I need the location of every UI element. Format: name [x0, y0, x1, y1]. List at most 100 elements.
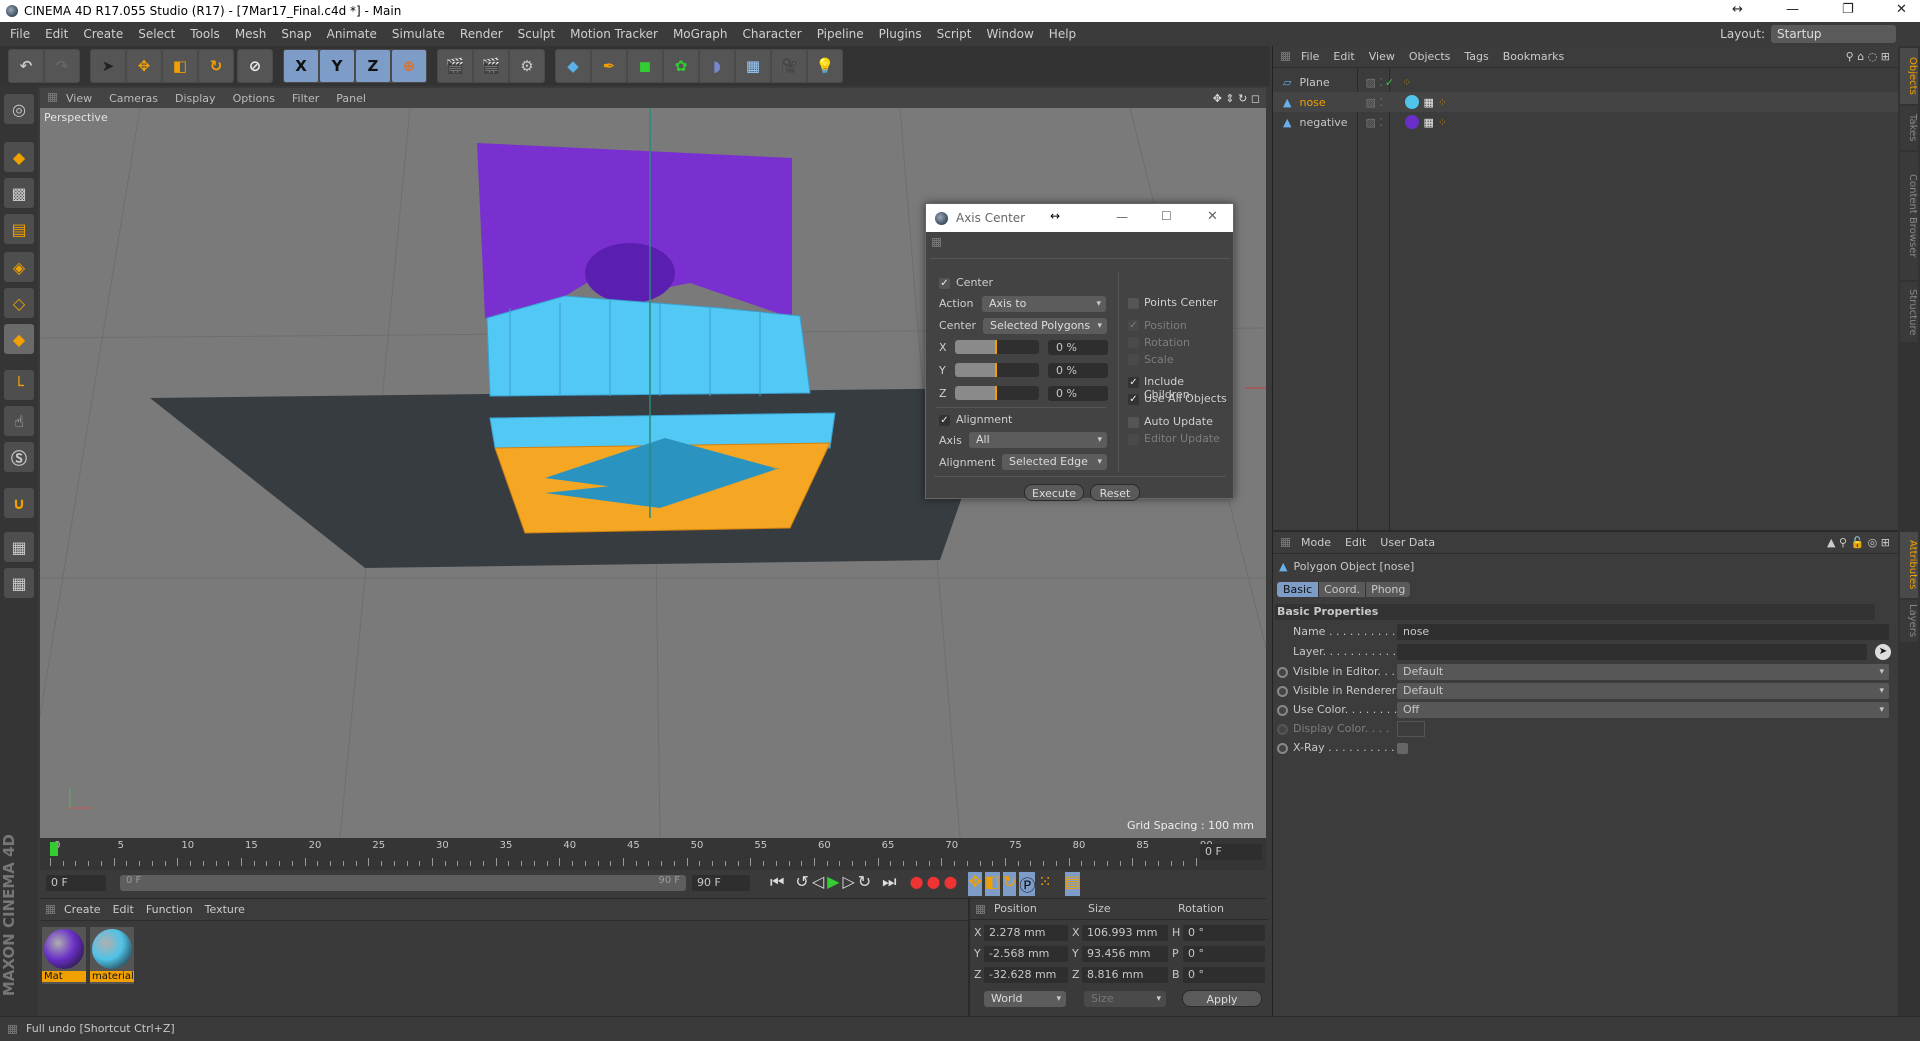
recent-tool-button[interactable]: ⊘: [238, 50, 272, 82]
menu-mesh[interactable]: Mesh: [235, 27, 267, 41]
tab-basic[interactable]: Basic: [1277, 582, 1319, 597]
viewport-nav-icons[interactable]: ✥ ⇕ ↻ ◻: [1213, 92, 1260, 105]
cube-icon[interactable]: ◆: [556, 50, 590, 82]
workplane-button[interactable]: ▤: [4, 214, 34, 244]
position-y-field[interactable]: -2.568 mm: [984, 946, 1068, 962]
layer-field[interactable]: [1397, 644, 1867, 660]
rotate-tool-button[interactable]: ↻: [199, 50, 233, 82]
use-color-dropdown[interactable]: Off: [1397, 702, 1889, 718]
polygons-mode-button[interactable]: ◆: [4, 324, 34, 354]
panel-grip[interactable]: [48, 93, 57, 102]
size-y-field[interactable]: 93.456 mm: [1082, 946, 1168, 962]
position-z-field[interactable]: -32.628 mm: [984, 967, 1068, 983]
prev-key-button[interactable]: ↺: [795, 872, 808, 896]
menu-snap[interactable]: Snap: [281, 27, 311, 41]
key-position-button[interactable]: ✥: [968, 872, 982, 896]
menu-mograph[interactable]: MoGraph: [673, 27, 728, 41]
uvw-tag-icon[interactable]: ▦: [1423, 116, 1433, 129]
tab-content-browser[interactable]: Content Browser: [1900, 152, 1918, 280]
material-swatch-material[interactable]: material: [90, 927, 134, 984]
use-all-objects-checkbox[interactable]: ✓: [1128, 394, 1139, 405]
make-editable-button[interactable]: ◎: [4, 94, 34, 124]
axis-mode-button[interactable]: └: [4, 370, 34, 400]
name-input[interactable]: nose: [1397, 624, 1889, 640]
viewport-menu-options[interactable]: Options: [233, 92, 275, 105]
render-view-button[interactable]: 🎬: [438, 50, 472, 82]
next-key-button[interactable]: ↻: [858, 872, 871, 896]
model-mode-button[interactable]: ◆: [4, 142, 34, 172]
redo-button[interactable]: ↷: [45, 50, 79, 82]
snap-button[interactable]: Ⓢ: [4, 442, 34, 472]
tab-phong[interactable]: Phong: [1365, 582, 1411, 597]
dialog-title-bar[interactable]: Axis Center ↔ — ☐ ✕: [926, 204, 1233, 232]
restore-button[interactable]: ❐: [1842, 2, 1854, 17]
timeline-ruler[interactable]: 051015202530354045505560657075808590 0 F: [40, 838, 1266, 870]
object-name[interactable]: nose: [1299, 96, 1365, 109]
menu-file[interactable]: File: [10, 27, 30, 41]
y-slider[interactable]: [955, 363, 1039, 377]
center-checkbox[interactable]: ✓: [939, 278, 950, 289]
menu-window[interactable]: Window: [986, 27, 1033, 41]
tag-icon[interactable]: ⁘: [1402, 76, 1411, 89]
alignment-dropdown[interactable]: Selected Edge: [1002, 454, 1107, 470]
menu-tools[interactable]: Tools: [190, 27, 220, 41]
edges-mode-button[interactable]: ◇: [4, 288, 34, 318]
viewport-menu-cameras[interactable]: Cameras: [109, 92, 158, 105]
undo-button[interactable]: ↶: [9, 50, 43, 82]
om-menu-tags[interactable]: Tags: [1464, 50, 1488, 63]
om-menu-bookmarks[interactable]: Bookmarks: [1503, 50, 1564, 63]
axis-dropdown[interactable]: All: [969, 432, 1107, 448]
object-row-negative[interactable]: ▲ negative ▨ ⁚ ▦ ⁘: [1273, 112, 1899, 132]
om-menu-file[interactable]: File: [1301, 50, 1319, 63]
current-frame-field[interactable]: 0 F: [1200, 844, 1262, 860]
size-x-field[interactable]: 106.993 mm: [1082, 925, 1168, 941]
material-tag-icon[interactable]: [1405, 115, 1420, 129]
autokey-button[interactable]: ●: [927, 872, 941, 896]
panel-grip[interactable]: [1281, 52, 1290, 61]
minimize-button[interactable]: —: [1786, 2, 1799, 17]
om-menu-objects[interactable]: Objects: [1409, 50, 1451, 63]
z-value-field[interactable]: 0 %: [1048, 386, 1108, 401]
menu-create[interactable]: Create: [83, 27, 123, 41]
tab-objects[interactable]: Objects: [1900, 48, 1918, 104]
menu-character[interactable]: Character: [742, 27, 801, 41]
menu-simulate[interactable]: Simulate: [392, 27, 445, 41]
menu-plugins[interactable]: Plugins: [879, 27, 922, 41]
texture-mode-button[interactable]: ▩: [4, 178, 34, 208]
menu-motion-tracker[interactable]: Motion Tracker: [570, 27, 658, 41]
dialog-grip[interactable]: [932, 238, 941, 247]
panel-grip[interactable]: [1281, 538, 1290, 547]
menu-animate[interactable]: Animate: [327, 27, 377, 41]
key-pla-button[interactable]: ⁙: [1038, 872, 1051, 896]
panel-grip[interactable]: [8, 1025, 17, 1034]
menu-sculpt[interactable]: Sculpt: [518, 27, 555, 41]
key-scale-button[interactable]: ◧: [984, 872, 1000, 896]
y-axis-lock-button[interactable]: Y: [320, 50, 354, 82]
tweak-mode-button[interactable]: ☝: [4, 406, 34, 436]
viewport-menu-panel[interactable]: Panel: [336, 92, 366, 105]
xray-checkbox[interactable]: [1397, 743, 1408, 754]
rotation-h-field[interactable]: 0 °: [1183, 925, 1265, 941]
apply-button[interactable]: Apply: [1182, 990, 1262, 1007]
menu-render[interactable]: Render: [460, 27, 503, 41]
material-swatch-mat[interactable]: Mat: [42, 927, 86, 984]
viewport-menu-display[interactable]: Display: [175, 92, 216, 105]
layer-pick-icon[interactable]: ➤: [1875, 644, 1891, 660]
key-param-button[interactable]: Ⓟ: [1019, 872, 1036, 896]
animate-radio[interactable]: [1277, 667, 1288, 678]
layer-icon[interactable]: ▨ ⁚: [1365, 116, 1405, 129]
deformer-icon[interactable]: ◗: [700, 50, 734, 82]
panel-grip[interactable]: [46, 905, 55, 914]
go-to-end-button[interactable]: ⏭: [882, 872, 896, 896]
panel-grip[interactable]: [976, 905, 985, 914]
light-icon[interactable]: 💡: [808, 50, 842, 82]
z-slider[interactable]: [955, 386, 1039, 400]
x-axis-lock-button[interactable]: X: [284, 50, 318, 82]
points-center-checkbox[interactable]: [1128, 298, 1139, 309]
tab-structure[interactable]: Structure: [1900, 282, 1918, 342]
tag-icon[interactable]: ⁘: [1438, 116, 1447, 129]
visible-editor-dropdown[interactable]: Default: [1397, 664, 1889, 680]
uvw-tag-icon[interactable]: ▦: [1423, 96, 1433, 109]
dialog-maximize-button[interactable]: ☐: [1161, 209, 1172, 223]
am-menu-user-data[interactable]: User Data: [1380, 536, 1435, 549]
